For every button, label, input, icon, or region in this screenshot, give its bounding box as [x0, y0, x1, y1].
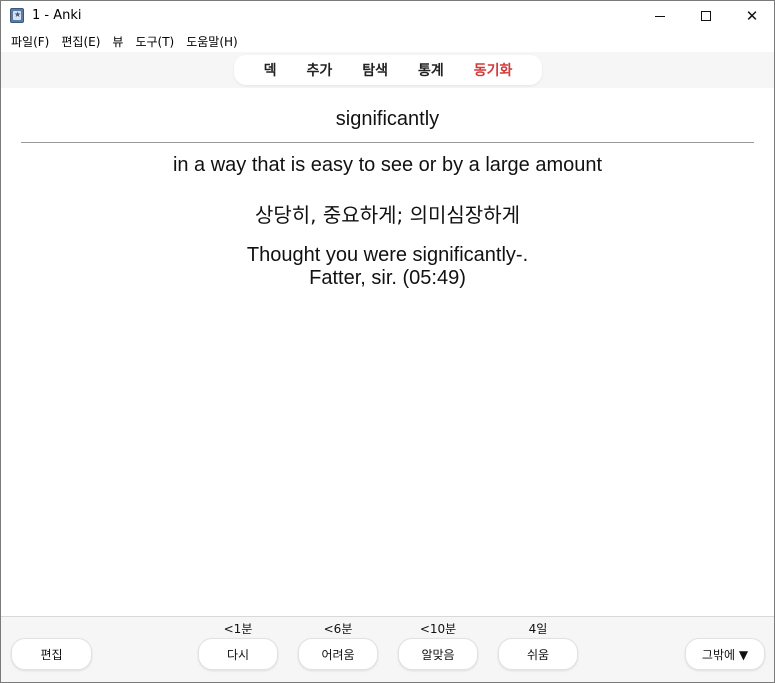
minimize-button[interactable]	[637, 1, 683, 31]
menu-view[interactable]: 뷰	[106, 33, 129, 50]
menu-bar: 파일(F) 편집(E) 뷰 도구(T) 도움말(H)	[1, 31, 774, 52]
answer-divider	[21, 142, 754, 143]
toolbar-add[interactable]: 추가	[291, 60, 347, 80]
menu-edit[interactable]: 편집(E)	[55, 33, 106, 50]
card-example-line-2: Fatter, sir. (05:49)	[309, 267, 466, 289]
again-interval: <1분	[223, 622, 253, 636]
card-definition: in a way that is easy to see or by a lar…	[172, 154, 603, 176]
menu-help[interactable]: 도움말(H)	[180, 33, 244, 50]
top-toolbar-area: 덱 추가 탐색 통계 동기화	[1, 52, 774, 88]
maximize-button[interactable]	[683, 1, 729, 31]
easy-interval: 4일	[528, 622, 548, 636]
card-korean-meaning: 상당히, 중요하게; 의미심장하게	[254, 203, 520, 227]
more-button[interactable]: 그밖에 ▼	[685, 638, 765, 670]
toolbar-sync[interactable]: 동기화	[459, 60, 528, 80]
toolbar-decks[interactable]: 덱	[249, 60, 292, 80]
maximize-icon	[701, 11, 711, 21]
card-view: significantly in a way that is easy to s…	[1, 88, 774, 616]
card-example-line-1: Thought you were significantly-.	[246, 244, 529, 266]
minimize-icon	[655, 15, 665, 17]
toolbar-stats[interactable]: 통계	[403, 60, 459, 80]
close-icon: ✕	[745, 6, 759, 25]
anki-window: 1 - Anki ✕ 파일(F) 편집(E) 뷰 도구(T) 도움말(H) 덱 …	[0, 0, 775, 683]
close-button[interactable]: ✕	[729, 1, 775, 31]
again-button[interactable]: 다시	[198, 638, 278, 670]
card-front-word: significantly	[335, 108, 440, 130]
good-interval: <10분	[419, 622, 457, 636]
main-toolbar: 덱 추가 탐색 통계 동기화	[234, 55, 542, 85]
menu-tools[interactable]: 도구(T)	[129, 33, 180, 50]
review-bottom-bar: 편집 <1분 다시 <6분 어려움 <10분 알맞음 4일 쉬움 그밖에 ▼	[1, 616, 774, 682]
good-button[interactable]: 알맞음	[398, 638, 478, 670]
window-title: 1 - Anki	[32, 8, 82, 23]
title-bar: 1 - Anki ✕	[1, 1, 774, 31]
toolbar-browse[interactable]: 탐색	[347, 60, 403, 80]
hard-interval: <6분	[323, 622, 353, 636]
anki-app-icon	[10, 8, 24, 23]
edit-button[interactable]: 편집	[11, 638, 92, 670]
hard-button[interactable]: 어려움	[298, 638, 378, 670]
easy-button[interactable]: 쉬움	[498, 638, 578, 670]
menu-file[interactable]: 파일(F)	[5, 33, 55, 50]
